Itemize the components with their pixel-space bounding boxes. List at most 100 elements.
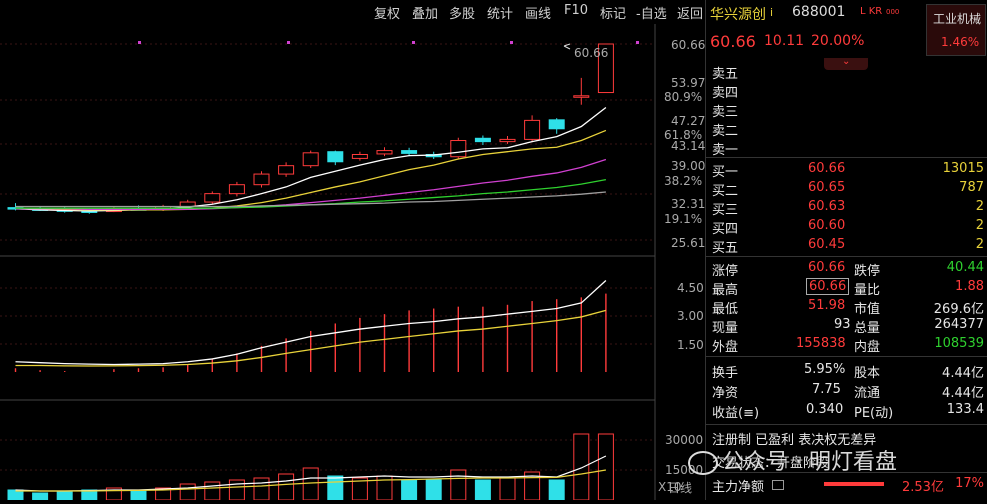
stat-label: 净资 — [712, 386, 739, 401]
stat-value: 108539 — [934, 336, 984, 351]
buy-price: 60.66 — [808, 161, 846, 176]
stat-label: 收益(≡) — [712, 406, 760, 421]
volume-bar — [401, 479, 418, 501]
volume-bar — [278, 473, 295, 501]
arrow-left-icon — [563, 43, 571, 50]
kline-chart[interactable]: 60.66 60.66 53.97 80.9% 47.27 61.8% 43.1… — [0, 24, 705, 501]
candle-body — [302, 152, 319, 167]
stat-value: 4.44亿 — [942, 366, 984, 381]
candle-body — [524, 119, 541, 140]
buy-volume: 2 — [975, 199, 984, 214]
wechat-icon — [688, 451, 718, 475]
candle-body — [351, 153, 368, 159]
volume-bar — [450, 469, 467, 501]
indicator-tick: 4.50 — [677, 281, 704, 295]
stat-label: PE(动) — [854, 406, 894, 421]
stock-code: 688001 — [792, 4, 846, 20]
industry-name: 工业机械 — [933, 12, 982, 26]
volume-bar — [302, 467, 319, 501]
stat-row: 现量 93 总量 264377 — [706, 315, 987, 336]
stat-label: 内盘 — [854, 340, 881, 355]
buy-volume: 13015 — [942, 161, 984, 176]
sell-label: 卖一 — [712, 143, 739, 158]
sell-level-3: 卖三 — [706, 99, 987, 120]
price-tick: 39.00 — [671, 159, 705, 173]
stat-row: 收益(≡) 0.340 PE(动) 133.4 — [706, 400, 987, 421]
stat-row: 换手 5.95% 股本 4.44亿 — [706, 360, 987, 381]
buy-volume: 787 — [959, 180, 984, 195]
buy-price: 60.63 — [808, 199, 846, 214]
industry-change: 1.46% — [941, 35, 980, 49]
volume-bar — [228, 479, 245, 501]
price-tick: 53.97 — [671, 76, 705, 90]
kline-chart-svg: 60.66 60.66 53.97 80.9% 47.27 61.8% 43.1… — [0, 24, 705, 501]
stock-name[interactable]: 华兴源创 — [710, 4, 766, 24]
toolbar-f10[interactable]: F10 — [564, 3, 588, 18]
period-label[interactable]: 日线 — [668, 481, 692, 495]
stock-tags: L KR — [860, 6, 883, 17]
toolbar-back[interactable]: 返回 — [677, 3, 703, 22]
sell-level-4: 卖四 — [706, 80, 987, 101]
toolbar-mark[interactable]: 标记 — [600, 3, 626, 22]
volume-bar — [548, 479, 565, 501]
volume-bar — [204, 481, 221, 501]
price-tick: 47.27 — [671, 114, 705, 128]
price-tick: 43.14 — [671, 139, 705, 153]
volume-group — [7, 433, 614, 501]
stat-value: 264377 — [934, 317, 984, 332]
candle-body — [278, 165, 295, 175]
stat-value: 60.66 — [806, 278, 850, 295]
price-tick: 32.31 — [671, 197, 705, 211]
buy-level-5[interactable]: 买五 60.45 2 — [706, 235, 987, 256]
stat-row: 净资 7.75 流通 4.44亿 — [706, 380, 987, 401]
last-price-tag: 60.66 — [574, 46, 608, 60]
toolbar-stats[interactable]: 统计 — [487, 3, 513, 22]
buy-level-2[interactable]: 买二 60.65 787 — [706, 178, 987, 199]
divider — [706, 424, 987, 425]
toolbar-draw-line[interactable]: 画线 — [525, 3, 551, 22]
price-change-pct: 20.00% — [811, 33, 865, 49]
buy-level-3[interactable]: 买三 60.63 2 — [706, 197, 987, 218]
event-markers — [138, 41, 639, 44]
candle-body — [204, 193, 221, 203]
stat-label: 换手 — [712, 366, 739, 381]
stat-value: 40.44 — [946, 260, 984, 275]
volume-bar — [32, 492, 49, 501]
divider — [706, 256, 987, 257]
buy-level-1[interactable]: 买一 60.66 13015 — [706, 159, 987, 180]
toolbar-fuquan[interactable]: 复权 — [374, 3, 400, 22]
stat-value: 60.66 — [808, 260, 846, 275]
event-marker — [287, 41, 290, 44]
buy-price: 60.45 — [808, 237, 846, 252]
watermark-text: 公众号 · 明灯看盘 — [722, 450, 897, 475]
volume-bar — [56, 491, 73, 501]
price-tick: 60.66 — [671, 38, 705, 52]
buy-volume: 2 — [975, 218, 984, 233]
volume-bar — [130, 489, 147, 501]
stat-value: 133.4 — [946, 402, 984, 417]
stat-value: 1.88 — [955, 279, 984, 294]
candle-body — [327, 151, 344, 163]
divider — [706, 157, 987, 158]
stat-row: 最低 51.98 市值 269.6亿 — [706, 296, 987, 317]
main-flow-row: 主力净额 2.53亿 17% — [706, 474, 987, 495]
volume-bar — [597, 433, 614, 501]
candle-body — [253, 173, 270, 186]
candle-body — [401, 150, 418, 154]
buy-price: 60.65 — [808, 180, 846, 195]
toolbar-multi-stock[interactable]: 多股 — [449, 3, 475, 22]
chart-toolbar: 复权 叠加 多股 统计 画线 F10 标记 -自选 返回 — [0, 0, 705, 24]
industry-box[interactable]: 工业机械 1.46% — [926, 4, 986, 56]
event-marker — [510, 41, 513, 44]
volume-bar — [425, 479, 442, 501]
stat-value: 93 — [834, 317, 851, 332]
stock-tag-num: 000 — [886, 8, 900, 16]
toolbar-watchlist[interactable]: -自选 — [636, 3, 667, 22]
buy-level-4[interactable]: 买四 60.60 2 — [706, 216, 987, 237]
list-icon — [772, 480, 784, 490]
sell-level-2: 卖二 — [706, 118, 987, 139]
event-marker — [412, 41, 415, 44]
toolbar-overlay[interactable]: 叠加 — [412, 3, 438, 22]
main-flow-value: 2.53亿 — [902, 480, 944, 495]
volume-bar — [573, 433, 590, 501]
